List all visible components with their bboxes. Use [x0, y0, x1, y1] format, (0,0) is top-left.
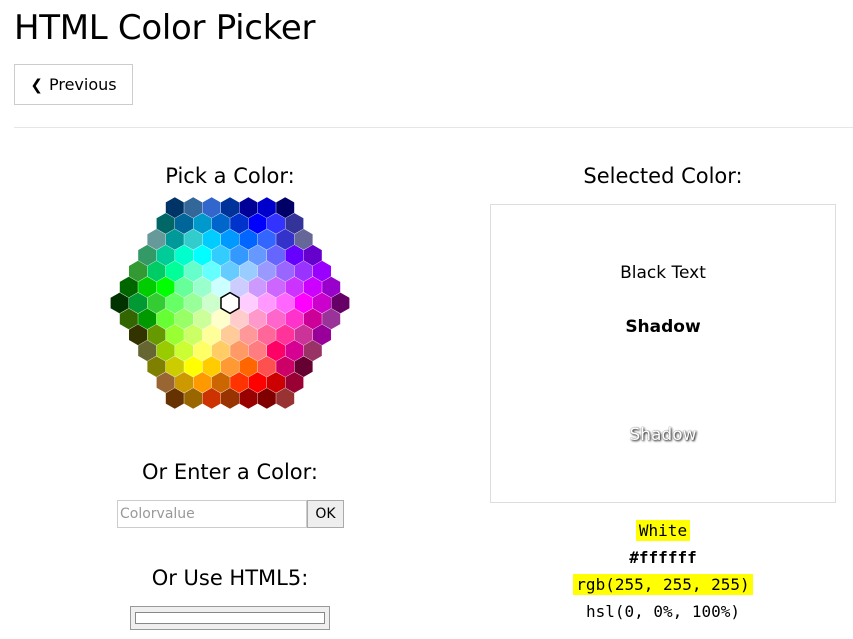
selected-color-heading: Selected Color: [583, 164, 743, 188]
color-name-value: White [635, 520, 691, 541]
color-rgb-value: rgb(255, 255, 255) [573, 574, 753, 595]
black-text-sample: Black Text [620, 263, 706, 283]
color-hex: #ffffff [490, 548, 836, 567]
page-title: HTML Color Picker [14, 8, 316, 48]
enter-color-heading: Or Enter a Color: [142, 460, 318, 484]
ok-button[interactable]: OK [307, 500, 344, 528]
previous-label: Previous [48, 75, 117, 94]
color-hex-value: #ffffff [629, 548, 697, 567]
html5-heading: Or Use HTML5: [151, 566, 309, 590]
color-rgb: rgb(255, 255, 255) [490, 574, 836, 595]
shadow-text-sample: Shadow [625, 317, 701, 337]
header-divider [14, 127, 853, 128]
white-shadow-text-sample: Shadow [629, 425, 697, 445]
color-hsl: hsl(0, 0%, 100%) [490, 602, 836, 621]
previous-button[interactable]: ❮ Previous [14, 64, 133, 105]
color-name: White [490, 520, 836, 541]
color-value-input[interactable] [117, 500, 307, 528]
chevron-left-icon: ❮ [30, 75, 43, 94]
html5-color-input[interactable] [130, 606, 330, 630]
html5-color-swatch [135, 612, 325, 624]
color-hsl-value: hsl(0, 0%, 100%) [585, 602, 741, 621]
pick-color-heading: Pick a Color: [165, 164, 295, 188]
enter-color-form: OK [117, 500, 344, 528]
selected-color-preview: Black Text Shadow Shadow [490, 204, 836, 503]
